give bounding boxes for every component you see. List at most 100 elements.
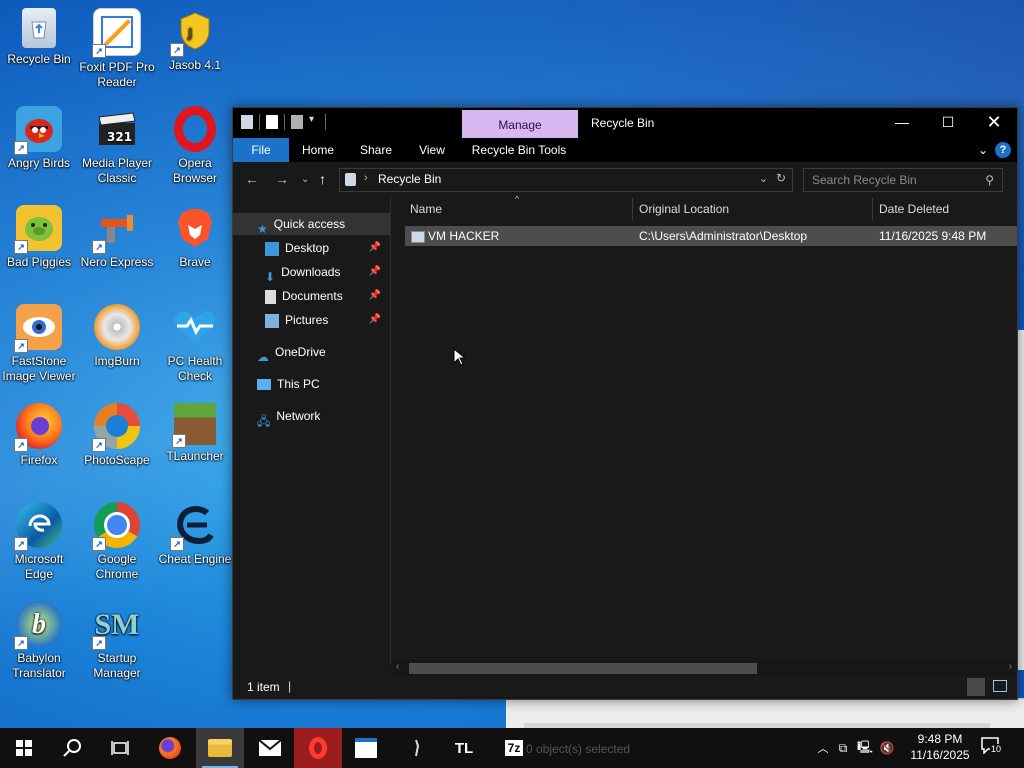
clapperboard-icon: 321 bbox=[94, 106, 140, 152]
tab-home[interactable]: Home bbox=[295, 138, 341, 162]
nav-this-pc[interactable]: This PC bbox=[257, 373, 320, 395]
maximize-button[interactable]: ☐ bbox=[925, 108, 971, 138]
taskbar-firefox[interactable] bbox=[146, 728, 194, 768]
svg-text:321: 321 bbox=[107, 130, 132, 144]
pin-icon[interactable]: 📌 bbox=[369, 309, 381, 331]
desktop-icon-babylon[interactable]: b ↗ Babylon Translator bbox=[0, 595, 78, 681]
expand-ribbon-icon[interactable]: ⌄ bbox=[973, 138, 993, 162]
scrollbar-thumb[interactable] bbox=[409, 663, 757, 674]
start-button[interactable] bbox=[0, 728, 48, 768]
breadcrumb[interactable]: Recycle Bin bbox=[378, 172, 441, 186]
desktop-icon-jasob[interactable]: J ↗ Jasob 4.1 bbox=[156, 2, 234, 73]
shortcut-arrow-icon: ↗ bbox=[170, 43, 184, 57]
taskbar-cheat-engine[interactable] bbox=[392, 728, 440, 768]
clock[interactable]: 9:48 PM 11/16/2025 bbox=[904, 731, 976, 763]
customize-qat-icon[interactable]: ▾ bbox=[309, 114, 319, 130]
refresh-icon[interactable]: ↻ bbox=[776, 171, 786, 185]
desktop-icon-bad-piggies[interactable]: ↗ Bad Piggies bbox=[0, 199, 78, 270]
new-folder-icon[interactable] bbox=[291, 115, 303, 129]
taskbar-opera[interactable] bbox=[294, 728, 342, 768]
background-window bbox=[506, 698, 1024, 729]
taskbar-file-explorer[interactable] bbox=[196, 728, 244, 768]
file-list: ^ Name Original Location Date Deleted VM… bbox=[391, 194, 1017, 664]
search-input[interactable]: Search Recycle Bin ⚲ bbox=[803, 168, 1003, 192]
edge-icon: ↗ bbox=[14, 502, 62, 551]
desktop-icon-chrome[interactable]: ↗ Google Chrome bbox=[78, 496, 156, 582]
desktop-icon-label: Angry Birds bbox=[7, 156, 71, 170]
address-bar[interactable]: › Recycle Bin ⌄ ↻ bbox=[339, 168, 793, 192]
desktop-icon-faststone[interactable]: ↗ FastStone Image Viewer bbox=[0, 298, 78, 384]
tab-share[interactable]: Share bbox=[351, 138, 401, 162]
table-row[interactable]: VM HACKER C:\Users\Administrator\Desktop… bbox=[405, 226, 1017, 246]
nav-desktop[interactable]: Desktop 📌 bbox=[265, 237, 387, 259]
desktop-icon-opera[interactable]: Opera Browser bbox=[156, 100, 234, 186]
desktop-icon-angry-birds[interactable]: ↗ Angry Birds bbox=[0, 100, 78, 171]
large-icons-view-icon[interactable] bbox=[993, 680, 1007, 692]
volume-muted-icon[interactable]: 🔇 bbox=[876, 741, 898, 755]
desktop-icon-label: Babylon Translator bbox=[12, 651, 66, 680]
desktop-icon-cheat-engine[interactable]: ↗ Cheat Engine bbox=[156, 496, 234, 567]
search-button[interactable] bbox=[48, 728, 96, 768]
meet-now-icon[interactable]: ⧉ bbox=[832, 741, 854, 756]
back-button[interactable]: ← bbox=[245, 171, 259, 187]
task-view-button[interactable] bbox=[96, 728, 144, 768]
startup-manager-icon: SM ↗ bbox=[92, 601, 140, 650]
nav-documents[interactable]: Documents 📌 bbox=[265, 285, 387, 307]
recent-locations-button[interactable]: ⌄ bbox=[301, 174, 309, 185]
up-button[interactable]: ↑ bbox=[319, 171, 326, 187]
tab-recycle-bin-tools[interactable]: Recycle Bin Tools bbox=[469, 138, 569, 162]
desktop-icon-brave[interactable]: Brave bbox=[156, 199, 234, 270]
shortcut-arrow-icon: ↗ bbox=[172, 434, 186, 448]
manage-tab[interactable]: Manage bbox=[462, 110, 578, 138]
desktop-icon-firefox[interactable]: ↗ Firefox bbox=[0, 397, 78, 468]
nav-network[interactable]: 🖧 Network bbox=[257, 405, 321, 428]
address-dropdown-icon[interactable]: ⌄ bbox=[759, 172, 768, 185]
column-header-name[interactable]: Name bbox=[410, 196, 630, 222]
scroll-left-icon[interactable]: ‹ bbox=[396, 661, 399, 672]
help-icon[interactable]: ? bbox=[995, 142, 1011, 158]
taskbar-mail[interactable] bbox=[246, 728, 294, 768]
desktop-icon-startup-manager[interactable]: SM ↗ Startup Manager bbox=[78, 595, 156, 681]
tab-view[interactable]: View bbox=[409, 138, 455, 162]
desktop-icon-nero-express[interactable]: ↗ Nero Express bbox=[78, 199, 156, 270]
desktop-icon-imgburn[interactable]: ImgBurn bbox=[78, 298, 156, 369]
mouse-cursor-icon bbox=[453, 348, 465, 366]
pin-icon[interactable]: 📌 bbox=[369, 261, 381, 283]
column-divider[interactable] bbox=[632, 198, 633, 220]
desktop-icon-media-player-classic[interactable]: 321 Media Player Classic bbox=[78, 100, 156, 186]
desktop-icon-edge[interactable]: ↗ Microsoft Edge bbox=[0, 496, 78, 582]
pin-icon[interactable]: 📌 bbox=[369, 237, 381, 259]
desktop-icon-recycle-bin[interactable]: Recycle Bin bbox=[0, 2, 78, 67]
desktop-icon-pc-health-check[interactable]: PC Health Check bbox=[156, 298, 234, 384]
recycle-bin-small-icon bbox=[241, 115, 253, 129]
taskbar-tlauncher[interactable]: TL bbox=[440, 728, 488, 768]
tab-file[interactable]: File bbox=[233, 138, 289, 162]
title-bar[interactable]: ▾ Manage Recycle Bin — ☐ ✕ bbox=[233, 108, 1017, 138]
nav-onedrive[interactable]: ☁ OneDrive bbox=[257, 341, 326, 364]
nav-pictures[interactable]: Pictures 📌 bbox=[265, 309, 387, 331]
horizontal-scrollbar[interactable]: ‹ › bbox=[391, 660, 1017, 676]
forward-button[interactable]: → bbox=[275, 171, 289, 187]
nav-label: Network bbox=[276, 409, 321, 423]
scroll-right-icon[interactable]: › bbox=[1009, 661, 1012, 672]
column-header-original-location[interactable]: Original Location bbox=[639, 196, 869, 222]
minimize-button[interactable]: — bbox=[879, 108, 925, 138]
column-divider[interactable] bbox=[872, 198, 873, 220]
pin-icon[interactable]: 📌 bbox=[369, 285, 381, 307]
nav-downloads[interactable]: ⬇ Downloads 📌 bbox=[265, 261, 387, 284]
desktop-icon-label: TLauncher bbox=[166, 449, 224, 463]
desktop-icon-foxit[interactable]: ↗ Foxit PDF Pro Reader bbox=[78, 2, 156, 90]
action-center-button[interactable]: 10 bbox=[980, 736, 1008, 762]
angry-birds-icon: ↗ bbox=[14, 106, 62, 155]
network-icon[interactable]: 🖳 bbox=[854, 738, 876, 759]
taskbar-app-window[interactable] bbox=[342, 728, 390, 768]
desktop-icon-tlauncher[interactable]: ↗ TLauncher bbox=[156, 397, 234, 464]
nav-quick-access[interactable]: ★ Quick access bbox=[257, 213, 387, 236]
nav-label: Desktop bbox=[285, 241, 330, 255]
column-header-date-deleted[interactable]: Date Deleted bbox=[879, 196, 1009, 222]
show-hidden-icons-icon[interactable]: ︿ bbox=[814, 740, 832, 756]
details-view-icon[interactable] bbox=[967, 678, 985, 696]
desktop-icon-photoscape[interactable]: ↗ PhotoScape bbox=[78, 397, 156, 468]
properties-icon[interactable] bbox=[266, 115, 278, 129]
close-button[interactable]: ✕ bbox=[971, 108, 1017, 138]
